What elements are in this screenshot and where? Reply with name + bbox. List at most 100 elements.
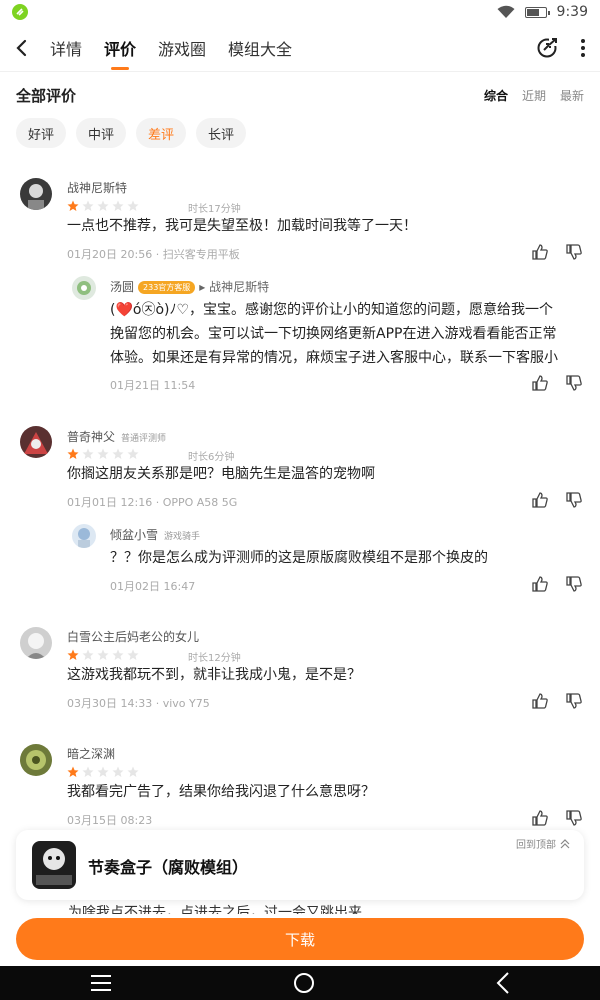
- reply-avatar[interactable]: [72, 524, 96, 548]
- star-rating: [67, 448, 139, 460]
- tab-details[interactable]: 详情: [50, 28, 82, 68]
- reviewer-name[interactable]: 白雪公主后妈老公的女儿: [67, 628, 199, 645]
- avatar[interactable]: [20, 627, 52, 659]
- section-title: 全部评价: [16, 86, 77, 105]
- star-empty-icon: [97, 766, 109, 777]
- game-info-card[interactable]: 节奏盒子（腐败模组） 回到顶部: [16, 830, 584, 900]
- reply-text[interactable]: ？？你是怎么成为评测师的这是原版腐败模组不是那个换皮的: [110, 546, 488, 570]
- reviewer-tag: 普通评测师: [121, 434, 167, 444]
- thumbs-down-icon[interactable]: [566, 810, 582, 826]
- next-review-text[interactable]: 为啥我点不进去，点进去之后，过一会又跳出来: [68, 900, 362, 914]
- more-menu-icon[interactable]: [580, 38, 586, 58]
- chip-positive[interactable]: 好评: [16, 118, 67, 148]
- star-empty-icon: [97, 200, 109, 211]
- review-text[interactable]: 这游戏我都玩不到，就非让我成小鬼，是不是？: [67, 663, 361, 687]
- reply-avatar[interactable]: [72, 276, 96, 300]
- sort-overall[interactable]: 综合: [484, 87, 508, 104]
- thumbs-up-icon[interactable]: [532, 693, 548, 709]
- reply-to-name[interactable]: 战神尼斯特: [209, 280, 269, 294]
- star-filled-icon: [67, 766, 79, 777]
- reviewer-name[interactable]: 战神尼斯特: [67, 179, 127, 196]
- app-notification-icon: [12, 4, 28, 20]
- thumbs-down-icon[interactable]: [566, 576, 582, 592]
- chip-neutral[interactable]: 中评: [76, 118, 127, 148]
- chip-negative[interactable]: 差评: [136, 118, 187, 148]
- share-icon[interactable]: [536, 36, 558, 59]
- thumbs-down-icon[interactable]: [566, 244, 582, 260]
- home-icon[interactable]: [293, 972, 315, 994]
- download-button[interactable]: 下载: [16, 918, 584, 960]
- star-empty-icon: [127, 448, 139, 459]
- review-device: OPPO A58 5G: [162, 496, 238, 509]
- top-nav: 详情 评价 游戏圈 模组大全: [0, 24, 600, 72]
- back-to-top-button[interactable]: 回到顶部: [516, 836, 570, 851]
- review-meta: 03月30日 14:33 · vivo Y75: [67, 697, 210, 710]
- sort-newest[interactable]: 最新: [560, 87, 584, 104]
- star-empty-icon: [112, 448, 124, 459]
- review-device: 扫兴客专用平板: [162, 248, 240, 261]
- thumbs-up-icon[interactable]: [532, 810, 548, 826]
- star-empty-icon: [127, 649, 139, 660]
- menu-icon[interactable]: [90, 974, 112, 992]
- review-text[interactable]: 一点也不推荐，我可是失望至极！加载时间我等了一天！: [67, 214, 417, 238]
- reply-date: 01月21日 11:54: [110, 379, 196, 392]
- star-empty-icon: [82, 200, 94, 211]
- review-date: 03月15日 08:23: [67, 814, 153, 827]
- reviewer-name-row: 普奇神父 普通评测师: [67, 428, 166, 445]
- tab-mods[interactable]: 模组大全: [228, 28, 292, 68]
- back-button[interactable]: [14, 33, 40, 63]
- reply-author[interactable]: 倾盆小雪: [110, 528, 158, 542]
- tab-bar: 详情 评价 游戏圈 模组大全: [50, 28, 292, 68]
- star-rating: [67, 649, 139, 661]
- review-date: 01月01日 12:16: [67, 496, 153, 509]
- sort-recent[interactable]: 近期: [522, 87, 546, 104]
- thumbs-down-icon[interactable]: [566, 492, 582, 508]
- star-filled-icon: [67, 649, 79, 660]
- reply-header: 汤圆 233官方客服 ▸ 战神尼斯特: [110, 278, 269, 295]
- tab-reviews[interactable]: 评价: [104, 28, 136, 68]
- reply-header: 倾盆小雪 游戏骑手: [110, 526, 200, 543]
- review-text[interactable]: 我都看完广告了，结果你给我闪退了什么意思呀？: [67, 780, 375, 804]
- thumbs-down-icon[interactable]: [566, 693, 582, 709]
- reply-author[interactable]: 汤圆: [110, 280, 134, 294]
- game-thumbnail: [32, 841, 76, 889]
- vote-actions: [532, 693, 582, 709]
- reply-vote-actions: [532, 576, 582, 592]
- thumbs-up-icon[interactable]: [532, 576, 548, 592]
- reply-date: 01月02日 16:47: [110, 580, 196, 593]
- thumbs-up-icon[interactable]: [532, 375, 548, 391]
- thumbs-up-icon[interactable]: [532, 492, 548, 508]
- review-meta: 01月20日 20:56 · 扫兴客专用平板: [67, 248, 240, 261]
- official-badge: 233官方客服: [138, 281, 196, 294]
- reply-to-label: ▸ 战神尼斯特: [199, 280, 270, 294]
- reply-text-body: (❤️ó㉨ò)ﾉ♡，宝宝。感谢您的评价让小的知道您的问题，愿意给我一个挽留您的机…: [110, 302, 558, 366]
- sort-options: 综合 近期 最新: [484, 87, 584, 104]
- reply-text[interactable]: (❤️ó㉨ò)ﾉ♡，宝宝。感谢您的评价让小的知道您的问题，愿意给我一个挽留您的机…: [110, 298, 560, 370]
- tab-game-circle[interactable]: 游戏圈: [158, 28, 206, 68]
- star-empty-icon: [82, 649, 94, 660]
- reply-author-tag: 游戏骑手: [164, 532, 201, 542]
- thumbs-up-icon[interactable]: [532, 244, 548, 260]
- star-empty-icon: [112, 649, 124, 660]
- back-arrow-icon: [16, 39, 27, 56]
- avatar[interactable]: [20, 744, 52, 776]
- battery-icon: [524, 6, 550, 18]
- reviewer-name[interactable]: 普奇神父: [67, 430, 115, 444]
- star-rating: [67, 200, 139, 212]
- back-to-top-label: 回到顶部: [516, 840, 556, 851]
- star-filled-icon: [67, 200, 79, 211]
- reviewer-name[interactable]: 暗之深渊: [67, 745, 115, 762]
- avatar[interactable]: [20, 426, 52, 458]
- chevron-up-icon: [560, 838, 570, 848]
- avatar[interactable]: [20, 178, 52, 210]
- play-time: 时长6分钟: [188, 452, 235, 463]
- system-back-icon[interactable]: [496, 972, 510, 994]
- review-text[interactable]: 你搁这朋友关系那是吧？电脑先生是温答的宠物啊: [67, 462, 375, 486]
- rating-filter-chips: 好评 中评 差评 长评: [16, 118, 247, 148]
- system-nav-bar: [0, 966, 600, 1000]
- chip-long[interactable]: 长评: [196, 118, 247, 148]
- star-empty-icon: [127, 766, 139, 777]
- star-empty-icon: [97, 448, 109, 459]
- status-bar: 9:39: [0, 0, 600, 24]
- thumbs-down-icon[interactable]: [566, 375, 582, 391]
